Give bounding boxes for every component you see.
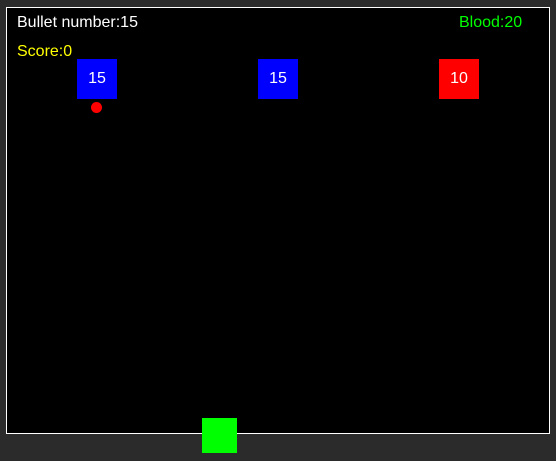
enemy-block: 10 bbox=[439, 59, 479, 99]
enemy-block: 15 bbox=[258, 59, 298, 99]
blood-label: Blood:20 bbox=[459, 14, 523, 31]
enemy-block: 15 bbox=[77, 59, 117, 99]
game-window: Bullet number:15 Blood:20 Score:0 15 15 … bbox=[0, 0, 556, 461]
bullet bbox=[91, 102, 102, 113]
score-label: Score:0 bbox=[17, 43, 73, 60]
player-ship[interactable] bbox=[202, 418, 237, 453]
bullet-count-label: Bullet number:15 bbox=[17, 14, 138, 31]
